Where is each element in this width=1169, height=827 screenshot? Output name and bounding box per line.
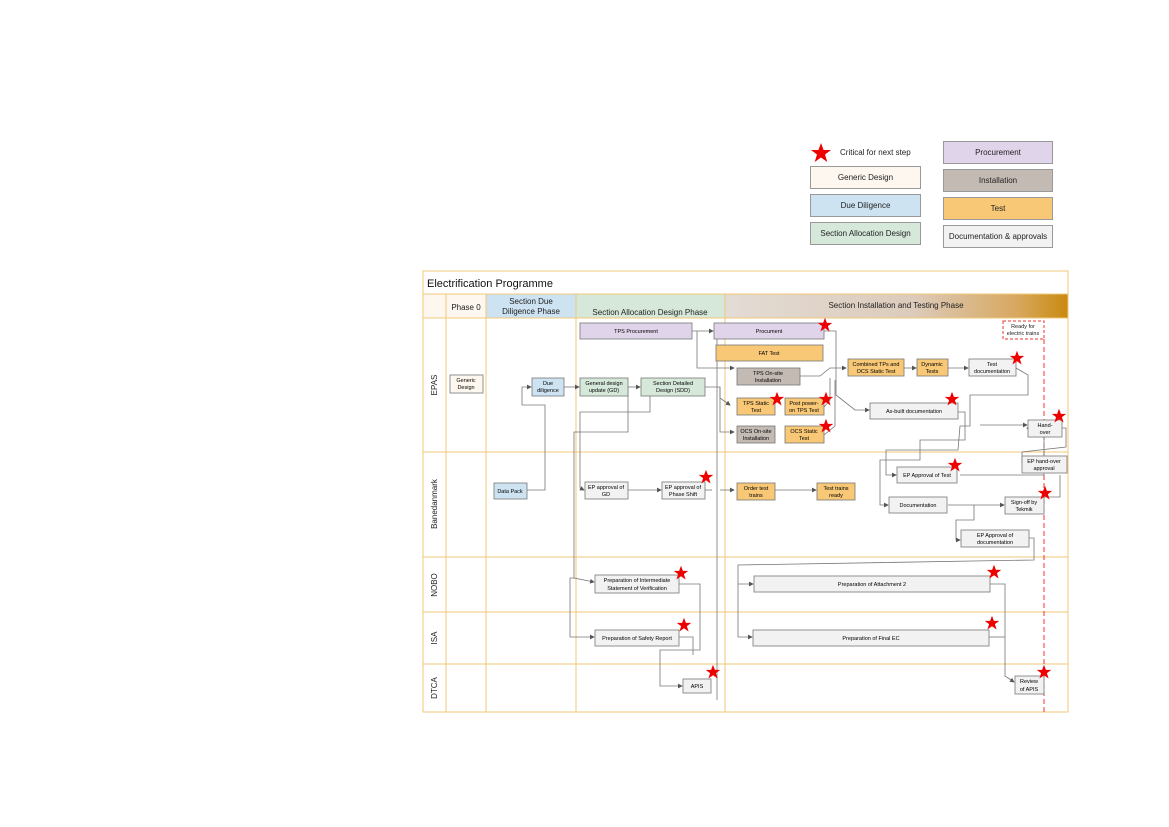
node-label: Test [799,436,810,442]
lane-banedanmark: Banedanmark [430,478,439,529]
node-label: EP Approval of Test [903,473,951,479]
node-label: update (GD) [589,388,619,394]
node-label: Post power- [789,401,819,407]
node-label: diligence [537,388,559,394]
node-label: trains [749,493,763,499]
node-label: Generic [456,378,476,384]
node-label: Installation [743,436,769,442]
sad-header-label: Section Allocation Design Phase [592,308,708,317]
node-label: Section Detailed [653,381,693,387]
node-label: Sign-off by [1011,500,1037,506]
node-label: Preparation of Safety Report [602,636,672,642]
node-label: TPS Static [743,401,769,407]
node-label: Tests [926,369,939,375]
lane-epas: EPAS [430,375,439,396]
node-label: ready [829,493,843,499]
node-label: As-built documentation [886,409,942,415]
node-label: Preparation of Intermediate [604,578,671,584]
node-label: EP Approval of [977,533,1014,539]
process-diagram: Electrification Programme Phase 0 Sectio… [422,270,1069,713]
node-label: Hand- [1038,423,1053,429]
node-label: approval [1033,466,1054,472]
node-label: OCS On-site [740,429,771,435]
node-label: on TPS Test [789,408,819,414]
node-label: EP approval of [588,485,624,491]
node-label: Test [751,408,762,414]
node-label: General design [585,381,622,387]
node-label: Tekmik [1015,507,1032,513]
lane-isa: ISA [430,631,439,645]
node-label: over [1040,430,1051,436]
ready-label-2: electric trains [1007,331,1040,337]
node-label: OCS Static Test [857,369,896,375]
lane-nobo: NOBO [430,573,439,597]
node-label: Order test [744,486,769,492]
node-label: Design [457,385,474,391]
node-label: Data Pack [497,489,523,495]
node-label: Test trains [823,486,848,492]
node-label: OCS Static [790,429,817,435]
ready-label-1: Ready for [1011,324,1035,330]
node-label: EP hand-over [1027,459,1061,465]
node-label: Test [987,362,998,368]
node-label: TPS Procurement [614,329,658,335]
due-header-label-2: Diligence Phase [502,307,560,316]
node-label: Phase Shift [669,492,698,498]
node-label: APIS [691,684,704,690]
node-label: Statement of Verification [607,586,667,592]
node-label: Preparation of Attachment 2 [838,582,906,588]
node-label: Preparation of Final EC [842,636,899,642]
node-label: of APIS [1020,687,1039,693]
node-label: Dynamic [921,362,943,368]
lane-dtca: DTCA [430,676,439,698]
node-label: documentation [974,369,1010,375]
node-label: Procument [756,329,783,335]
node-label: Installation [755,378,781,384]
node-label: Documentation [900,503,937,509]
diagram-title: Electrification Programme [427,278,553,290]
phase0-label: Phase 0 [451,303,481,312]
node-label: EP approval of [665,485,701,491]
node-label: Design (SDD) [656,388,690,394]
node-label: GD [602,492,610,498]
node-label: documentation [977,540,1013,546]
node-label: TPS On-site [753,371,783,377]
node-label: Combined TPs and [853,362,900,368]
node-label: Due [543,381,553,387]
install-header-label: Section Installation and Testing Phase [828,301,964,310]
due-header-label-1: Section Due [509,297,553,306]
node-label: Review [1020,679,1038,685]
node-label: FAT Test [758,351,780,357]
